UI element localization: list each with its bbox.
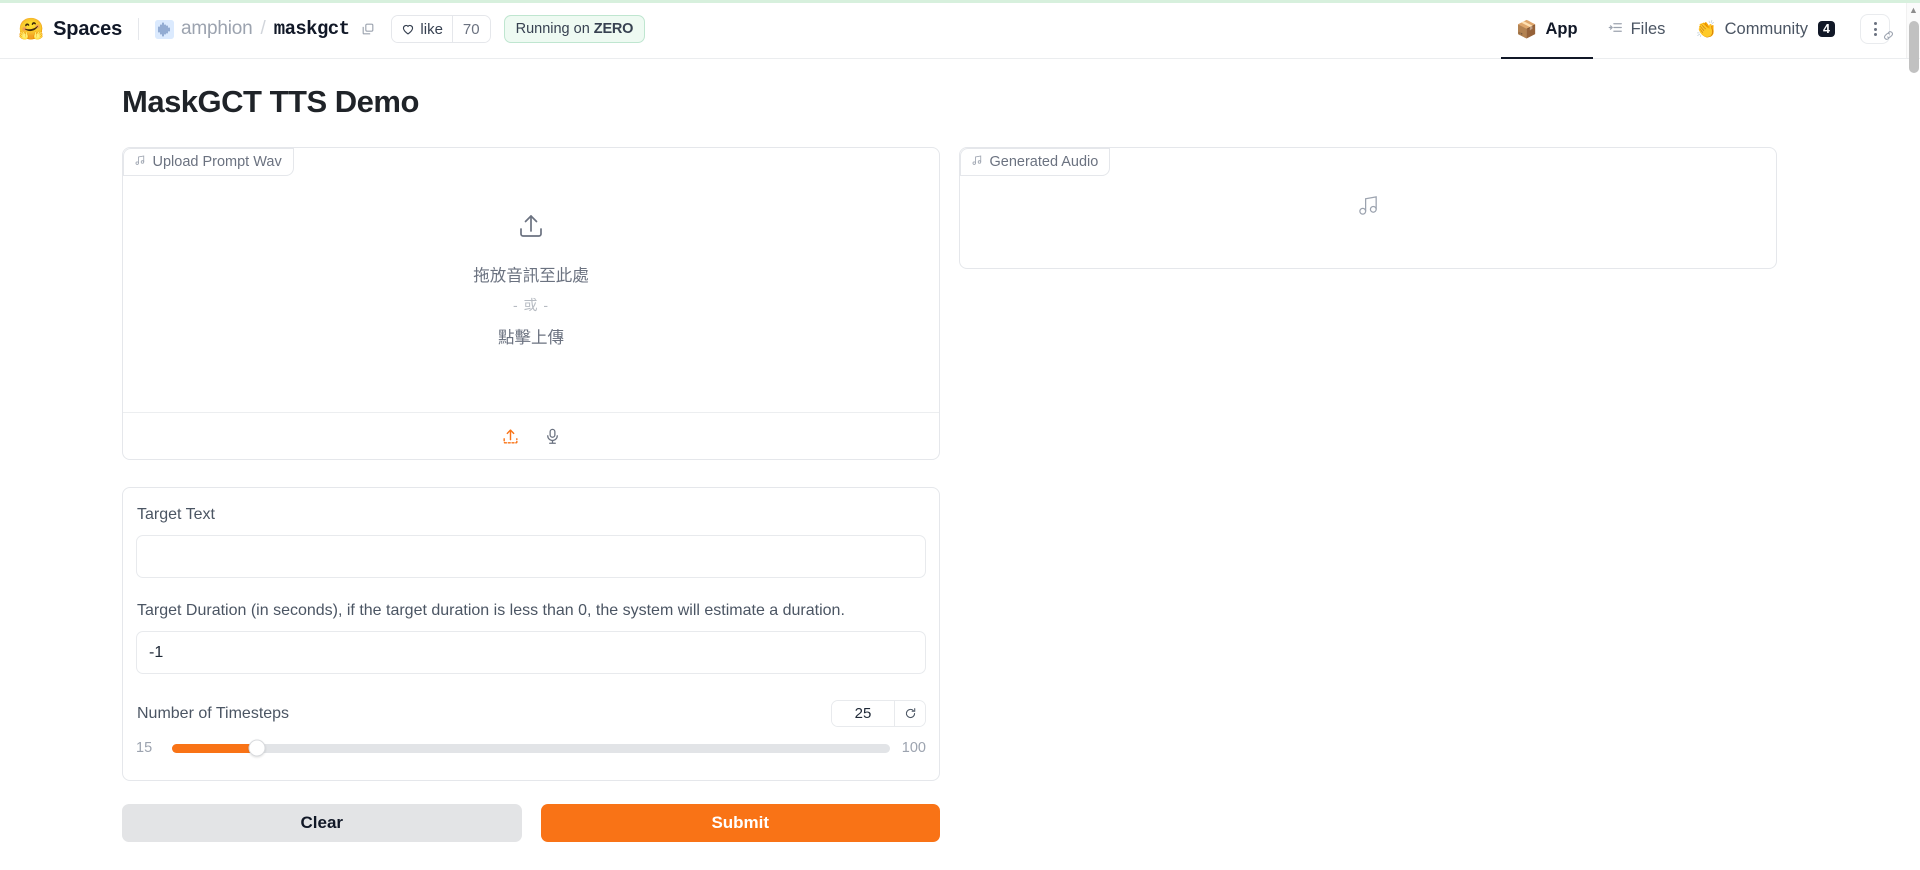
generated-audio-block: Generated Audio <box>959 147 1777 269</box>
right-column: Generated Audio <box>959 147 1777 269</box>
upload-prompt-wav-block: Upload Prompt Wav 拖放音訊至此處 - 或 - 點擊上傳 <box>122 147 940 460</box>
upload-block-label: Upload Prompt Wav <box>122 147 294 176</box>
spaces-label: Spaces <box>53 17 123 40</box>
timesteps-slider[interactable] <box>172 739 890 757</box>
tab-files[interactable]: Files <box>1593 0 1681 59</box>
upload-block-label-text: Upload Prompt Wav <box>152 153 282 170</box>
timesteps-number-group: 25 <box>831 700 926 727</box>
breadcrumb: amphion / maskgct <box>155 18 375 40</box>
hugging-face-icon: 🤗 <box>18 17 45 41</box>
link-icon <box>1882 29 1895 47</box>
columns: Upload Prompt Wav 拖放音訊至此處 - 或 - 點擊上傳 Tar… <box>122 147 1798 842</box>
timesteps-value[interactable]: 25 <box>832 701 894 726</box>
slider-min-label: 15 <box>136 740 153 756</box>
upload-arrow-icon <box>516 211 546 246</box>
like-group: like 70 <box>391 15 491 43</box>
slider-fill <box>172 743 257 753</box>
scroll-up-arrow-icon[interactable]: ▲ <box>1907 3 1920 17</box>
like-count: 70 <box>451 16 490 42</box>
divider <box>138 18 140 40</box>
copy-icon[interactable] <box>361 22 375 36</box>
generated-audio-label: Generated Audio <box>959 147 1111 176</box>
slider-max-label: 100 <box>901 740 926 756</box>
tab-community-label: Community <box>1724 19 1809 38</box>
clap-icon: 👏 <box>1695 19 1717 39</box>
like-label: like <box>420 20 443 38</box>
generated-audio-label-text: Generated Audio <box>989 153 1099 170</box>
audio-dropzone[interactable]: 拖放音訊至此處 - 或 - 點擊上傳 <box>123 148 939 412</box>
dropzone-primary-text: 拖放音訊至此處 <box>473 266 589 285</box>
page-title: MaskGCT TTS Demo <box>122 84 419 119</box>
tab-app[interactable]: 📦 App <box>1501 0 1593 59</box>
music-note-icon <box>134 154 146 170</box>
breadcrumb-repo[interactable]: maskgct <box>274 18 350 40</box>
more-options-button[interactable] <box>1860 14 1893 44</box>
tab-community[interactable]: 👏 Community 4 <box>1680 0 1850 59</box>
timesteps-slider-row: 15 100 <box>136 739 926 757</box>
generated-audio-placeholder-icon <box>1357 194 1380 222</box>
upload-toolbar <box>123 412 939 459</box>
scrollbar-thumb[interactable] <box>1909 21 1919 73</box>
parameters-form: Target Text Target Duration (in seconds)… <box>122 487 940 781</box>
top-nav-tabs: 📦 App Files 👏 Community 4 <box>1501 0 1920 59</box>
top-navigation-bar: 🤗 Spaces amphion / maskgct like 70 Runni… <box>0 0 1920 73</box>
target-text-label: Target Text <box>137 506 215 523</box>
timesteps-header: Number of Timesteps 25 <box>136 700 926 727</box>
left-column: Upload Prompt Wav 拖放音訊至此處 - 或 - 點擊上傳 Tar… <box>122 147 940 842</box>
tab-files-label: Files <box>1630 19 1666 38</box>
music-note-icon <box>971 154 983 170</box>
upload-icon[interactable] <box>501 427 520 446</box>
submit-button[interactable]: Submit <box>540 804 940 842</box>
page-scrollbar[interactable]: ▲ <box>1906 3 1920 73</box>
page-content: MaskGCT TTS Demo Upload Prompt Wav 拖放音訊至… <box>0 84 1920 870</box>
reset-icon[interactable] <box>894 701 925 726</box>
more-vertical-icon <box>1873 22 1877 36</box>
files-icon <box>1608 20 1623 38</box>
dropzone-or-text: - 或 - <box>512 296 550 313</box>
runtime-status-badge[interactable]: Running on ZERO <box>503 15 646 43</box>
clear-button[interactable]: Clear <box>122 804 522 842</box>
heart-icon <box>403 24 414 35</box>
avatar <box>155 19 175 39</box>
like-button[interactable]: like <box>392 16 452 42</box>
target-duration-label: Target Duration (in seconds), if the tar… <box>137 602 845 619</box>
dropzone-click-text: 點擊上傳 <box>498 328 564 347</box>
cube-icon: 📦 <box>1516 19 1538 39</box>
community-count-badge: 4 <box>1818 21 1835 37</box>
breadcrumb-separator: / <box>260 18 266 39</box>
tab-app-label: App <box>1545 19 1578 38</box>
microphone-icon[interactable] <box>543 427 562 446</box>
runtime-hardware: ZERO <box>593 21 634 37</box>
runtime-prefix: Running on <box>515 21 590 37</box>
spaces-brand-link[interactable]: 🤗 Spaces <box>18 18 122 41</box>
slider-thumb[interactable] <box>248 739 266 757</box>
breadcrumb-owner[interactable]: amphion <box>181 18 253 40</box>
timesteps-label: Number of Timesteps <box>137 704 290 722</box>
target-duration-input[interactable] <box>136 631 926 674</box>
target-text-input[interactable] <box>136 535 926 578</box>
action-buttons: Clear Submit <box>122 804 940 842</box>
